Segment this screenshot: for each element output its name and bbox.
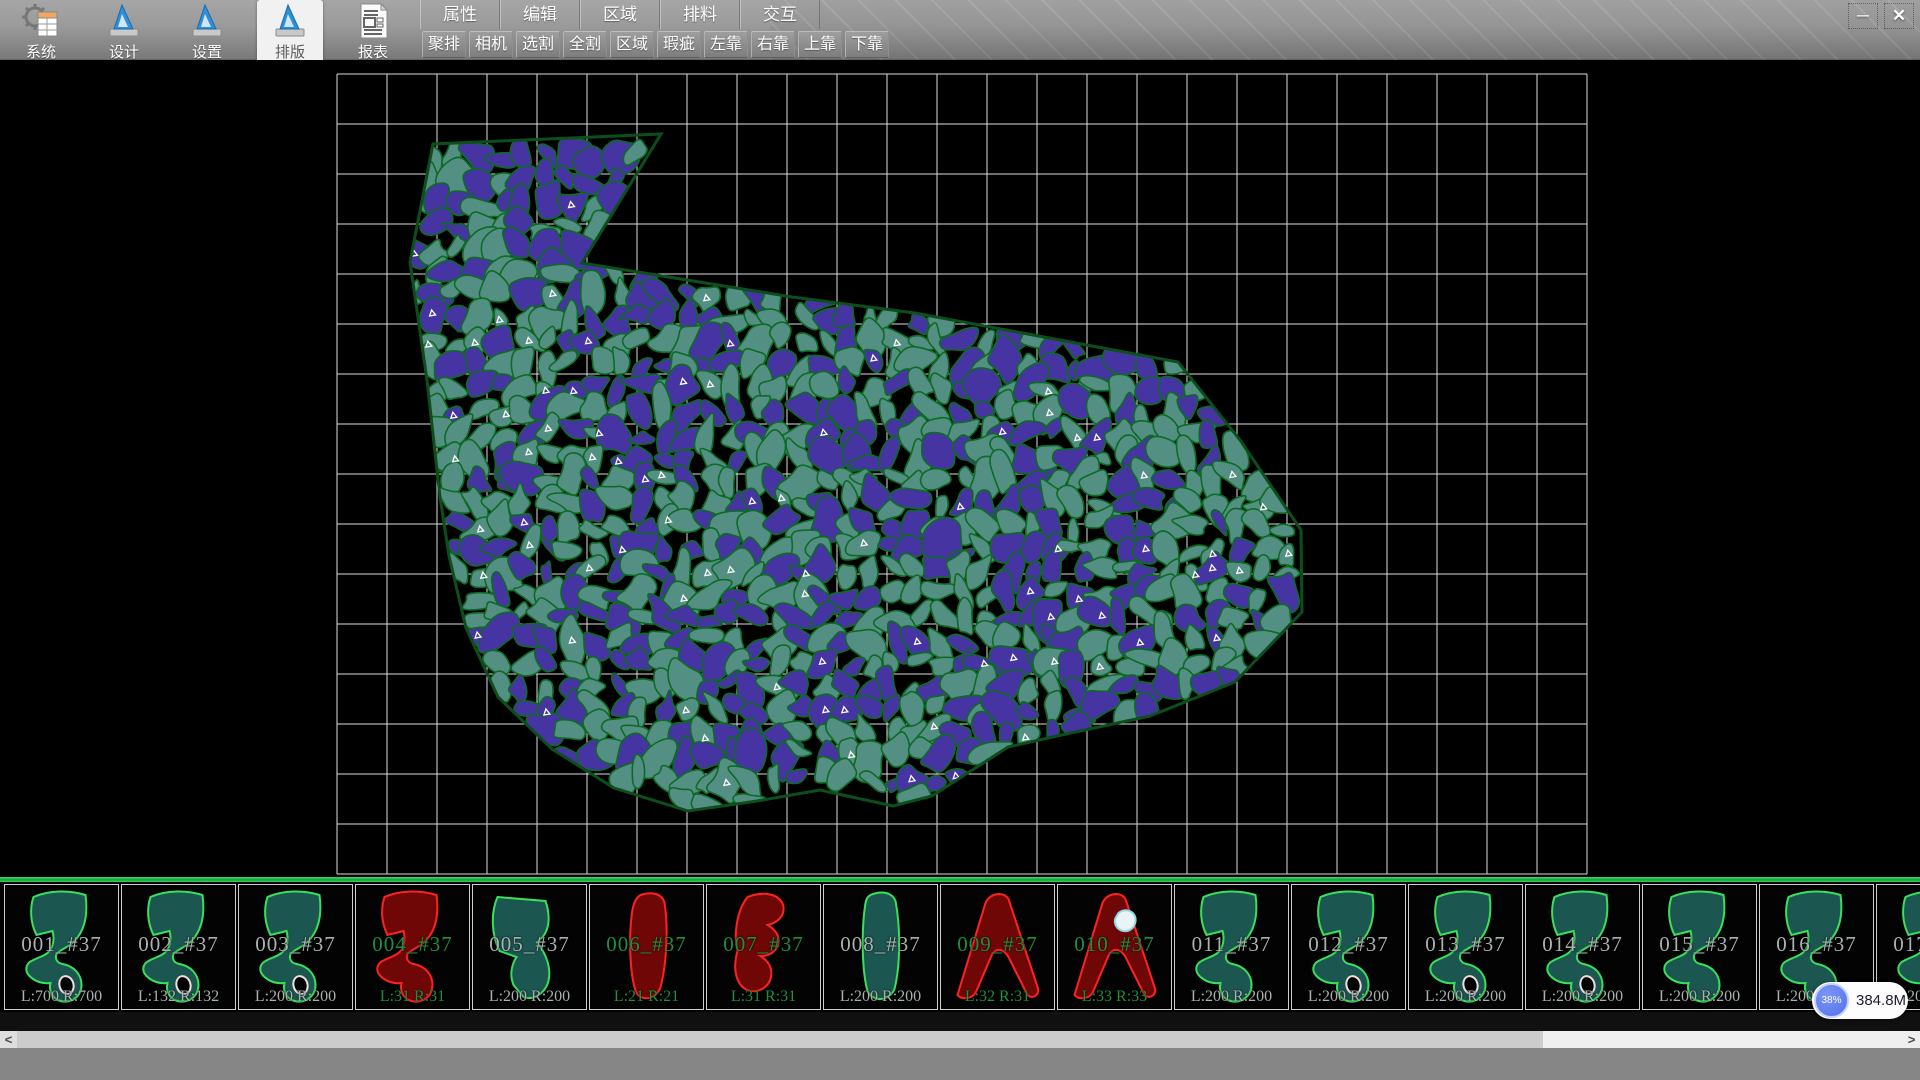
piece-thumbnail-001_#37[interactable]: 001_#37 L:700 R:700 <box>4 884 119 1010</box>
report-document-icon <box>351 2 395 40</box>
tool-snap-right-button[interactable]: 右靠 <box>751 31 795 58</box>
strip-gap <box>0 1012 1920 1031</box>
piece-id-label: 002_#37 <box>122 932 235 957</box>
piece-id-label: 010_#37 <box>1058 932 1171 957</box>
piece-lr-count-label: L:200 R:200 <box>1526 988 1639 1006</box>
piece-id-label: 014_#37 <box>1526 932 1639 957</box>
piece-id-label: 007_#37 <box>707 932 820 957</box>
piece-thumbnail-007_#37[interactable]: 007_#37 L:31 R:31 <box>706 884 821 1010</box>
tool-snap-down-button[interactable]: 下靠 <box>845 31 889 58</box>
piece-lr-count-label: L:32 R:31 <box>941 988 1054 1006</box>
nav-item-design[interactable]: 设计 <box>91 0 157 60</box>
nav-item-label: 排版 <box>275 41 305 62</box>
piece-lr-count-label: L:200 R:200 <box>1643 988 1756 1006</box>
status-bar <box>0 1048 1920 1080</box>
menu-tab-edit[interactable]: 编辑 <box>500 0 580 29</box>
nesting-canvas[interactable] <box>0 60 1920 877</box>
piece-thumbnail-010_#37[interactable]: 010_#37 L:33 R:33 <box>1057 884 1172 1010</box>
minimize-button[interactable]: ─ <box>1848 3 1878 29</box>
nest-scene-svg <box>0 60 1920 877</box>
piece-id-label: 006_#37 <box>590 932 703 957</box>
nav-item-label: 报表 <box>358 41 388 62</box>
piece-id-label: 009_#37 <box>941 932 1054 957</box>
main-toolbar: 系统 设计 <box>0 0 1920 60</box>
nav-group: 系统 设计 <box>8 0 406 60</box>
memory-badge[interactable]: 38% 384.8M <box>1812 982 1908 1019</box>
menu-tab-nesting[interactable]: 排料 <box>660 0 740 29</box>
nav-item-system[interactable]: 系统 <box>8 0 74 60</box>
menu-tab-region[interactable]: 区域 <box>580 0 660 29</box>
tool-select-cut-button[interactable]: 选割 <box>516 31 560 58</box>
tool-snap-left-button[interactable]: 左靠 <box>704 31 748 58</box>
close-button[interactable]: ✕ <box>1884 3 1914 29</box>
menu-tab-interaction[interactable]: 交互 <box>740 0 820 29</box>
memory-percent-badge: 38% <box>1814 983 1849 1018</box>
nav-item-settings[interactable]: 设置 <box>174 0 240 60</box>
piece-lr-count-label: L:200 R:200 <box>1175 988 1288 1006</box>
piece-id-label: 011_#37 <box>1175 932 1288 957</box>
menu-tab-properties[interactable]: 属性 <box>420 0 500 29</box>
piece-thumbnail-005_#37[interactable]: 005_#37 L:200 R:200 <box>472 884 587 1010</box>
piece-lr-count-label: L:200 R:200 <box>1409 988 1522 1006</box>
piece-id-label: 005_#37 <box>473 932 586 957</box>
piece-thumbnail-006_#37[interactable]: 006_#37 L:21 R:21 <box>589 884 704 1010</box>
scroll-left-arrow-icon[interactable]: < <box>0 1031 17 1048</box>
piece-thumbnail-008_#37[interactable]: 008_#37 L:200 R:200 <box>823 884 938 1010</box>
piece-lr-count-label: L:132 R:132 <box>122 988 235 1006</box>
piece-id-label: 015_#37 <box>1643 932 1756 957</box>
tool-defect-button[interactable]: 瑕疵 <box>657 31 701 58</box>
piece-thumbnail-strip: 001_#37L:700 R:700002_#37L:132 R:132003_… <box>0 882 1920 1012</box>
tool-button-row: 聚排 相机 选割 全割 区域 瑕疵 左靠 右靠 上靠 下靠 <box>422 31 889 58</box>
tool-camera-button[interactable]: 相机 <box>469 31 513 58</box>
nav-item-label: 系统 <box>26 41 56 62</box>
piece-thumbnail-012_#37[interactable]: 012_#37 L:200 R:200 <box>1291 884 1406 1010</box>
piece-id-label: 001_#37 <box>5 932 118 957</box>
application-window: 系统 设计 <box>0 0 1920 1080</box>
memory-amount-label: 384.8M <box>1856 982 1906 1019</box>
piece-id-label: 008_#37 <box>824 932 937 957</box>
piece-id-label: 004_#37 <box>356 932 469 957</box>
piece-lr-count-label: L:33 R:33 <box>1058 988 1171 1006</box>
piece-id-label: 013_#37 <box>1409 932 1522 957</box>
tool-cut-all-button[interactable]: 全割 <box>563 31 607 58</box>
scroll-right-arrow-icon[interactable]: > <box>1903 1031 1920 1048</box>
piece-lr-count-label: L:200 R:200 <box>1292 988 1405 1006</box>
tool-cluster-nest-button[interactable]: 聚排 <box>422 31 466 58</box>
piece-thumbnail-009_#37[interactable]: 009_#37 L:32 R:31 <box>940 884 1055 1010</box>
piece-lr-count-label: L:31 R:31 <box>356 988 469 1006</box>
scrollbar-thumb[interactable] <box>17 1031 1543 1048</box>
piece-thumbnail-011_#37[interactable]: 011_#37 L:200 R:200 <box>1174 884 1289 1010</box>
piece-thumbnail-014_#37[interactable]: 014_#37 L:200 R:200 <box>1525 884 1640 1010</box>
piece-lr-count-label: L:31 R:31 <box>707 988 820 1006</box>
piece-thumbnail-004_#37[interactable]: 004_#37 L:31 R:31 <box>355 884 470 1010</box>
piece-lr-count-label: L:200 R:200 <box>239 988 352 1006</box>
menu-tab-row: 属性 编辑 区域 排料 交互 <box>420 0 820 29</box>
nesting-ruler-icon <box>268 2 312 40</box>
piece-id-label: 017_#37 <box>1877 932 1920 957</box>
piece-id-label: 003_#37 <box>239 932 352 957</box>
piece-lr-count-label: L:21 R:21 <box>590 988 703 1006</box>
piece-thumbnail-002_#37[interactable]: 002_#37 L:132 R:132 <box>121 884 236 1010</box>
piece-id-label: 012_#37 <box>1292 932 1405 957</box>
piece-thumbnail-015_#37[interactable]: 015_#37 L:200 R:200 <box>1642 884 1757 1010</box>
settings-ruler-icon <box>185 2 229 40</box>
nav-item-report[interactable]: 报表 <box>340 0 406 60</box>
tool-snap-up-button[interactable]: 上靠 <box>798 31 842 58</box>
design-ruler-icon <box>102 2 146 40</box>
piece-thumbnail-013_#37[interactable]: 013_#37 L:200 R:200 <box>1408 884 1523 1010</box>
piece-lr-count-label: L:200 R:200 <box>824 988 937 1006</box>
nav-item-label: 设置 <box>192 41 222 62</box>
piece-id-label: 016_#37 <box>1760 932 1873 957</box>
piece-lr-count-label: L:700 R:700 <box>5 988 118 1006</box>
system-gear-icon <box>19 2 63 40</box>
toolbar-hatch-texture <box>770 0 1920 60</box>
window-controls: ─ ✕ <box>1848 3 1914 29</box>
piece-lr-count-label: L:200 R:200 <box>473 988 586 1006</box>
tool-region-button[interactable]: 区域 <box>610 31 654 58</box>
nav-item-nesting-selected[interactable]: 排版 <box>257 0 323 60</box>
horizontal-scrollbar[interactable]: < > <box>0 1031 1920 1048</box>
nav-item-label: 设计 <box>109 41 139 62</box>
piece-thumbnail-003_#37[interactable]: 003_#37 L:200 R:200 <box>238 884 353 1010</box>
